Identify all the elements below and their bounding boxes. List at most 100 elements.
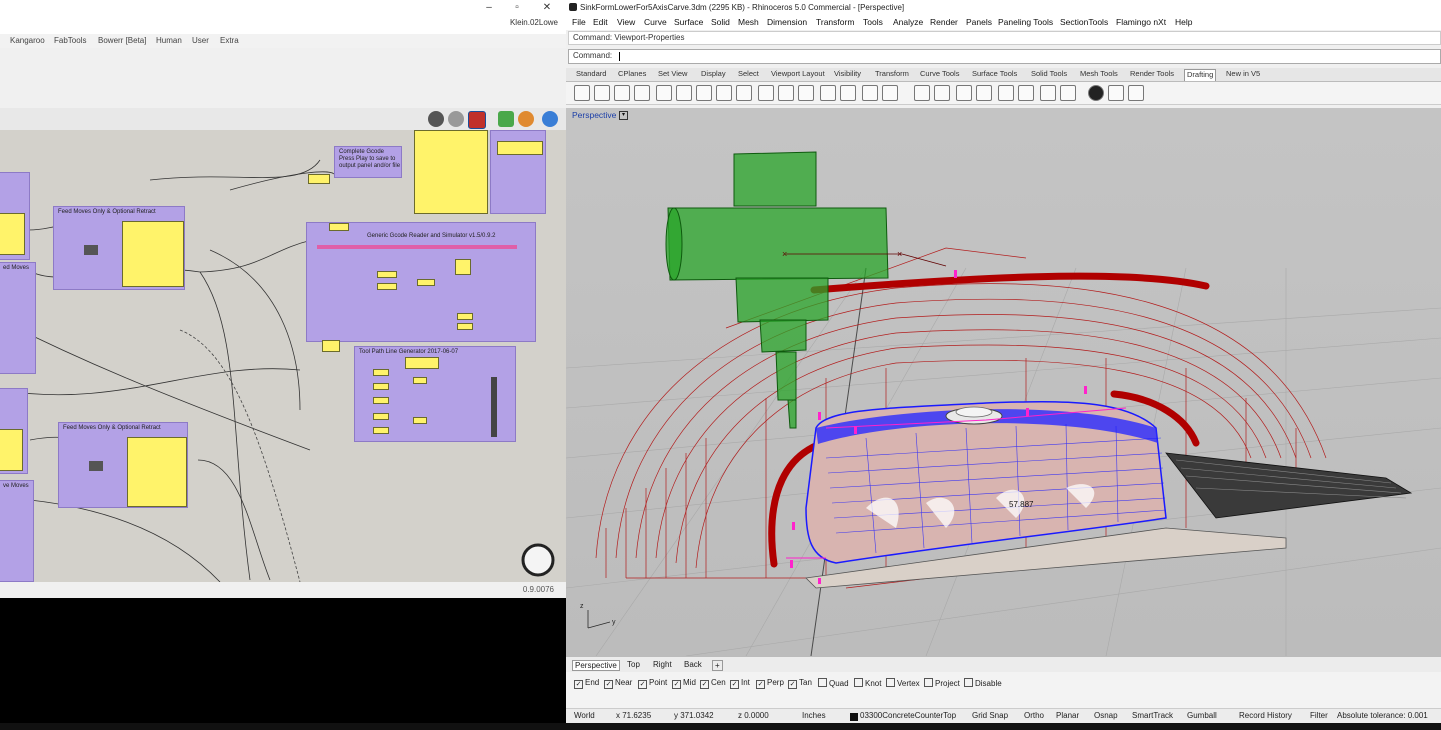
gh-component[interactable] — [89, 461, 103, 471]
menu-render[interactable]: Render — [930, 17, 958, 27]
gh-panel[interactable] — [455, 259, 471, 275]
filter-toggle[interactable]: Filter — [1310, 711, 1328, 720]
ordinate-dimension-icon[interactable] — [634, 85, 650, 101]
tab-cplanes[interactable]: CPlanes — [616, 69, 648, 80]
viewport-title[interactable]: Perspective — [572, 110, 616, 120]
menu-analyze[interactable]: Analyze — [893, 17, 923, 27]
menu-section-tools[interactable]: SectionTools — [1060, 17, 1108, 27]
tab-solid-tools[interactable]: Solid Tools — [1029, 69, 1069, 80]
clipping-plane-icon[interactable] — [862, 85, 878, 101]
text-icon[interactable] — [736, 85, 752, 101]
gh-tab[interactable]: User — [192, 36, 209, 45]
menu-surface[interactable]: Surface — [674, 17, 703, 27]
section-icon[interactable] — [882, 85, 898, 101]
gh-panel[interactable] — [0, 429, 23, 471]
gh-tab[interactable]: Bowerr [Beta] — [98, 36, 146, 45]
osnap-vertex[interactable]: Vertex — [886, 678, 920, 688]
menu-edit[interactable]: Edit — [593, 17, 608, 27]
gh-panel[interactable] — [329, 223, 349, 231]
osnap-project[interactable]: Project — [924, 678, 960, 688]
dim-tools-icon[interactable] — [998, 85, 1014, 101]
gh-panel[interactable] — [373, 369, 389, 376]
gh-group[interactable]: Complete Gcode Press Play to save to out… — [334, 146, 402, 178]
gh-group[interactable]: Tool Path Line Generator 2017-06-07 — [354, 346, 516, 442]
block-icon[interactable] — [956, 85, 972, 101]
export-icon[interactable] — [1128, 85, 1144, 101]
gh-group[interactable]: Feed Moves Only & Optional Retract — [53, 206, 185, 290]
osnap-disable[interactable]: Disable — [964, 678, 1002, 688]
gh-component[interactable] — [491, 377, 497, 437]
perspective-viewport[interactable]: × × z y 57.887 Perspective ▾ — [566, 108, 1441, 656]
print-icon[interactable] — [1108, 85, 1124, 101]
preview-icon[interactable] — [428, 111, 444, 127]
gh-group[interactable] — [0, 172, 30, 260]
tab-right[interactable]: Right — [651, 660, 674, 669]
gh-panel[interactable] — [405, 357, 439, 369]
menu-file[interactable]: File — [572, 17, 586, 27]
command-line[interactable]: Command: — [568, 49, 1441, 64]
gh-group[interactable] — [0, 388, 28, 474]
viewport-menu-icon[interactable]: ▾ — [619, 111, 628, 120]
material-icon[interactable] — [518, 111, 534, 127]
ortho-toggle[interactable]: Ortho — [1024, 711, 1044, 720]
gh-panel[interactable] — [373, 427, 389, 434]
menu-transform[interactable]: Transform — [816, 17, 854, 27]
tab-viewport-layout[interactable]: Viewport Layout — [769, 69, 827, 80]
menu-paneling-tools[interactable]: Paneling Tools — [998, 17, 1053, 27]
tab-top[interactable]: Top — [625, 660, 642, 669]
dot-icon[interactable] — [778, 85, 794, 101]
gh-group[interactable]: Feed Moves Only & Optional Retract — [58, 422, 188, 508]
tab-visibility[interactable]: Visibility — [832, 69, 863, 80]
menu-solid[interactable]: Solid — [711, 17, 730, 27]
close-icon[interactable]: ✕ — [540, 2, 554, 13]
wireframe-icon[interactable] — [448, 111, 464, 127]
add-viewport-icon[interactable]: + — [712, 660, 723, 671]
gh-tab[interactable]: Kangaroo — [10, 36, 45, 45]
annotation-style-icon[interactable] — [820, 85, 836, 101]
layout-icon[interactable] — [914, 85, 930, 101]
osnap-perp[interactable]: ✓ Perp — [756, 678, 784, 689]
hatch-icon[interactable] — [758, 85, 774, 101]
tab-display[interactable]: Display — [699, 69, 728, 80]
menu-mesh[interactable]: Mesh — [738, 17, 759, 27]
gh-tab[interactable]: Extra — [220, 36, 239, 45]
gh-component[interactable] — [84, 245, 98, 255]
gh-panel[interactable] — [497, 141, 543, 155]
minimize-icon[interactable]: – — [482, 2, 496, 13]
radius-dimension-icon[interactable] — [656, 85, 672, 101]
diameter-dimension-icon[interactable] — [676, 85, 692, 101]
arrow-icon[interactable] — [840, 85, 856, 101]
tab-standard[interactable]: Standard — [574, 69, 608, 80]
record-history-toggle[interactable]: Record History — [1239, 711, 1292, 720]
gh-panel[interactable] — [373, 383, 389, 390]
gh-panel[interactable] — [414, 130, 488, 214]
render-sphere-icon[interactable] — [1088, 85, 1104, 101]
gh-panel[interactable] — [0, 213, 25, 255]
tab-transform[interactable]: Transform — [873, 69, 911, 80]
tab-mesh-tools[interactable]: Mesh Tools — [1078, 69, 1120, 80]
tab-new-in-v5[interactable]: New in V5 — [1224, 69, 1262, 80]
menu-panels[interactable]: Panels — [966, 17, 992, 27]
gh-group[interactable]: ve Moves — [0, 480, 34, 582]
osnap-toggle[interactable]: Osnap — [1094, 711, 1118, 720]
menu-dimension[interactable]: Dimension — [767, 17, 807, 27]
title-block-icon[interactable] — [976, 85, 992, 101]
menu-curve[interactable]: Curve — [644, 17, 667, 27]
osnap-cen[interactable]: ✓ Cen — [700, 678, 726, 689]
dimension-label[interactable]: 57.887 — [1009, 500, 1033, 509]
gh-panel[interactable] — [373, 397, 389, 404]
gh-panel[interactable] — [457, 323, 473, 330]
planar-toggle[interactable]: Planar — [1056, 711, 1079, 720]
gh-tab[interactable]: Human — [156, 36, 182, 45]
display-settings-icon[interactable] — [542, 111, 558, 127]
osnap-mid[interactable]: ✓ Mid — [672, 678, 696, 689]
gh-panel[interactable] — [308, 174, 330, 184]
gh-panel[interactable] — [413, 377, 427, 384]
osnap-tan[interactable]: ✓ Tan — [788, 678, 812, 689]
gh-canvas[interactable]: ed Moves Feed Moves Only & Optional Retr… — [0, 130, 566, 582]
selected-preview-icon[interactable] — [498, 111, 514, 127]
tab-surface-tools[interactable]: Surface Tools — [970, 69, 1019, 80]
angle-dimension-icon[interactable] — [696, 85, 712, 101]
gh-panel[interactable] — [413, 417, 427, 424]
gh-tab[interactable]: FabTools — [54, 36, 86, 45]
